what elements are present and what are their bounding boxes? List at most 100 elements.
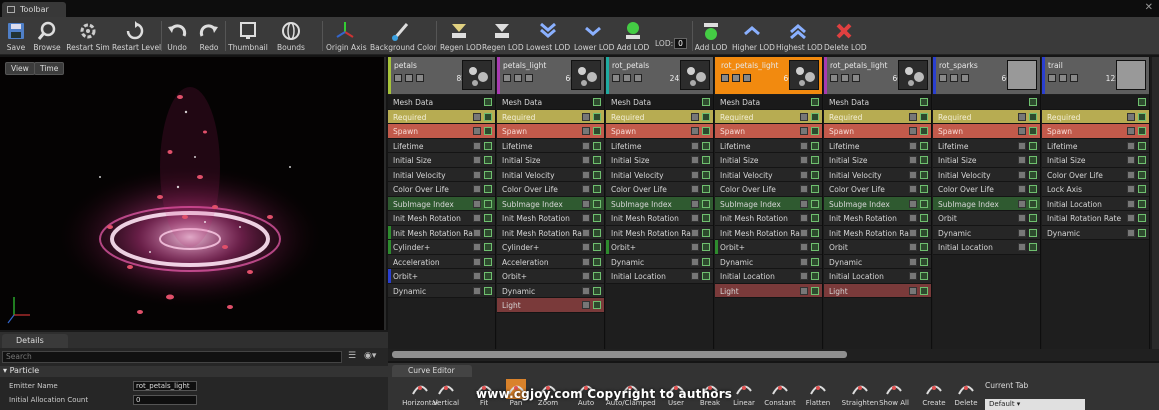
- module-row[interactable]: Color Over Life: [497, 182, 604, 197]
- module-curve-toggle[interactable]: [473, 141, 481, 150]
- module-enable-checkbox[interactable]: [593, 301, 601, 309]
- module-enable-checkbox[interactable]: [920, 156, 928, 164]
- module-enable-checkbox[interactable]: [593, 272, 601, 280]
- module-row[interactable]: Initial Size: [606, 153, 713, 168]
- module-enable-checkbox[interactable]: [484, 286, 492, 295]
- emitter-render-mode-icon[interactable]: [525, 74, 533, 82]
- undo-button[interactable]: Undo: [164, 17, 190, 55]
- emitter-render-mode-icon[interactable]: [634, 74, 642, 82]
- origin-axis-button[interactable]: Origin Axis: [326, 17, 367, 55]
- module-curve-toggle[interactable]: [473, 286, 481, 295]
- module-enable-checkbox[interactable]: [920, 257, 928, 266]
- module-row[interactable]: Spawn: [388, 124, 495, 139]
- vertical-button[interactable]: Vertical: [430, 379, 462, 410]
- scrollbar-thumb[interactable]: [392, 351, 847, 358]
- delete-lod-button[interactable]: Delete LOD: [824, 17, 867, 55]
- emitter-enable-checkbox[interactable]: [1048, 74, 1056, 82]
- module-enable-checkbox[interactable]: [920, 286, 928, 295]
- emitter-solo-checkbox[interactable]: [405, 74, 413, 82]
- module-enable-checkbox[interactable]: [920, 199, 928, 208]
- module-row[interactable]: Orbit: [824, 240, 931, 255]
- emitter-solo-checkbox[interactable]: [1059, 74, 1067, 82]
- module-curve-toggle[interactable]: [691, 156, 699, 164]
- module-enable-checkbox[interactable]: [1029, 98, 1037, 106]
- restart-sim-button[interactable]: Restart Sim: [66, 17, 110, 55]
- module-row[interactable]: Lifetime: [606, 138, 713, 153]
- module-curve-toggle[interactable]: [473, 127, 481, 135]
- higher-lod-button[interactable]: Higher LOD: [732, 17, 775, 55]
- module-enable-checkbox[interactable]: [811, 286, 819, 295]
- module-curve-toggle[interactable]: [691, 272, 699, 280]
- module-curve-toggle[interactable]: [1018, 156, 1026, 164]
- module-curve-toggle[interactable]: [909, 156, 917, 164]
- module-enable-checkbox[interactable]: [484, 228, 492, 237]
- emitter-solo-checkbox[interactable]: [950, 74, 958, 82]
- module-enable-checkbox[interactable]: [920, 127, 928, 135]
- module-row[interactable]: Spawn: [715, 124, 822, 139]
- module-row[interactable]: Initial Size: [824, 153, 931, 168]
- module-enable-checkbox[interactable]: [484, 185, 492, 193]
- module-row[interactable]: Lifetime: [933, 138, 1040, 153]
- module-curve-toggle[interactable]: [473, 243, 481, 251]
- module-curve-toggle[interactable]: [1018, 112, 1026, 121]
- module-row[interactable]: Light: [824, 283, 931, 298]
- module-row[interactable]: Spawn: [933, 124, 1040, 139]
- emitter-column[interactable]: rot_petals 242 Mesh Data Required Spawn Lifet…: [606, 57, 714, 349]
- module-enable-checkbox[interactable]: [593, 199, 601, 208]
- module-enable-checkbox[interactable]: [484, 156, 492, 164]
- module-enable-checkbox[interactable]: [811, 156, 819, 164]
- module-row[interactable]: Lifetime: [497, 138, 604, 153]
- module-row[interactable]: SubImage Index: [606, 196, 713, 211]
- module-curve-toggle[interactable]: [582, 243, 590, 251]
- module-row[interactable]: Initial Location: [824, 269, 931, 284]
- module-row[interactable]: Init Mesh Rotation Rate: [497, 225, 604, 240]
- module-row[interactable]: Init Mesh Rotation: [497, 211, 604, 226]
- module-enable-checkbox[interactable]: [702, 243, 710, 251]
- module-curve-toggle[interactable]: [800, 185, 808, 193]
- module-row[interactable]: Light: [715, 283, 822, 298]
- module-enable-checkbox[interactable]: [920, 98, 928, 106]
- module-curve-toggle[interactable]: [1018, 141, 1026, 150]
- emitter-column[interactable]: petals_light66 Mesh Data Required Spawn Life…: [497, 57, 605, 349]
- module-enable-checkbox[interactable]: [1029, 214, 1037, 222]
- module-curve-toggle[interactable]: [473, 185, 481, 193]
- module-row[interactable]: Mesh Data: [497, 95, 604, 110]
- module-curve-toggle[interactable]: [582, 199, 590, 208]
- module-enable-checkbox[interactable]: [1138, 228, 1146, 237]
- emitter-name-field[interactable]: rot_petals_light: [133, 381, 197, 391]
- module-row[interactable]: Init Mesh Rotation Rate: [824, 225, 931, 240]
- module-row[interactable]: Required: [715, 109, 822, 124]
- module-enable-checkbox[interactable]: [484, 112, 492, 121]
- module-row[interactable]: SubImage Index: [497, 196, 604, 211]
- add-lod-2-button[interactable]: Add LOD: [694, 17, 728, 55]
- module-row[interactable]: Initial Velocity: [388, 167, 495, 182]
- module-row[interactable]: Spawn: [497, 124, 604, 139]
- close-icon[interactable]: ✕: [1145, 2, 1153, 13]
- module-enable-checkbox[interactable]: [484, 257, 492, 266]
- module-row[interactable]: Initial Size: [388, 153, 495, 168]
- module-enable-checkbox[interactable]: [593, 185, 601, 193]
- redo-button[interactable]: Redo: [196, 17, 222, 55]
- module-curve-toggle[interactable]: [909, 170, 917, 179]
- module-row[interactable]: SubImage Index: [933, 196, 1040, 211]
- module-curve-toggle[interactable]: [582, 228, 590, 237]
- straighten-button[interactable]: Straighten: [836, 379, 884, 410]
- module-enable-checkbox[interactable]: [1138, 170, 1146, 179]
- browse-button[interactable]: Browse: [32, 17, 62, 55]
- module-curve-toggle[interactable]: [582, 214, 590, 222]
- emitter-solo-checkbox[interactable]: [732, 74, 740, 82]
- module-enable-checkbox[interactable]: [920, 185, 928, 193]
- grid-view-icon[interactable]: ☰: [348, 351, 356, 363]
- emitter-solo-checkbox[interactable]: [514, 74, 522, 82]
- module-row[interactable]: [933, 95, 1040, 110]
- emitter-solo-checkbox[interactable]: [841, 74, 849, 82]
- module-curve-toggle[interactable]: [691, 141, 699, 150]
- module-curve-toggle[interactable]: [691, 214, 699, 222]
- module-enable-checkbox[interactable]: [1138, 214, 1146, 222]
- module-curve-toggle[interactable]: [909, 127, 917, 135]
- module-row[interactable]: Color Over Life: [606, 182, 713, 197]
- module-row[interactable]: Initial Velocity: [497, 167, 604, 182]
- module-enable-checkbox[interactable]: [811, 112, 819, 121]
- module-row[interactable]: Lifetime: [1042, 138, 1149, 153]
- module-curve-toggle[interactable]: [473, 156, 481, 164]
